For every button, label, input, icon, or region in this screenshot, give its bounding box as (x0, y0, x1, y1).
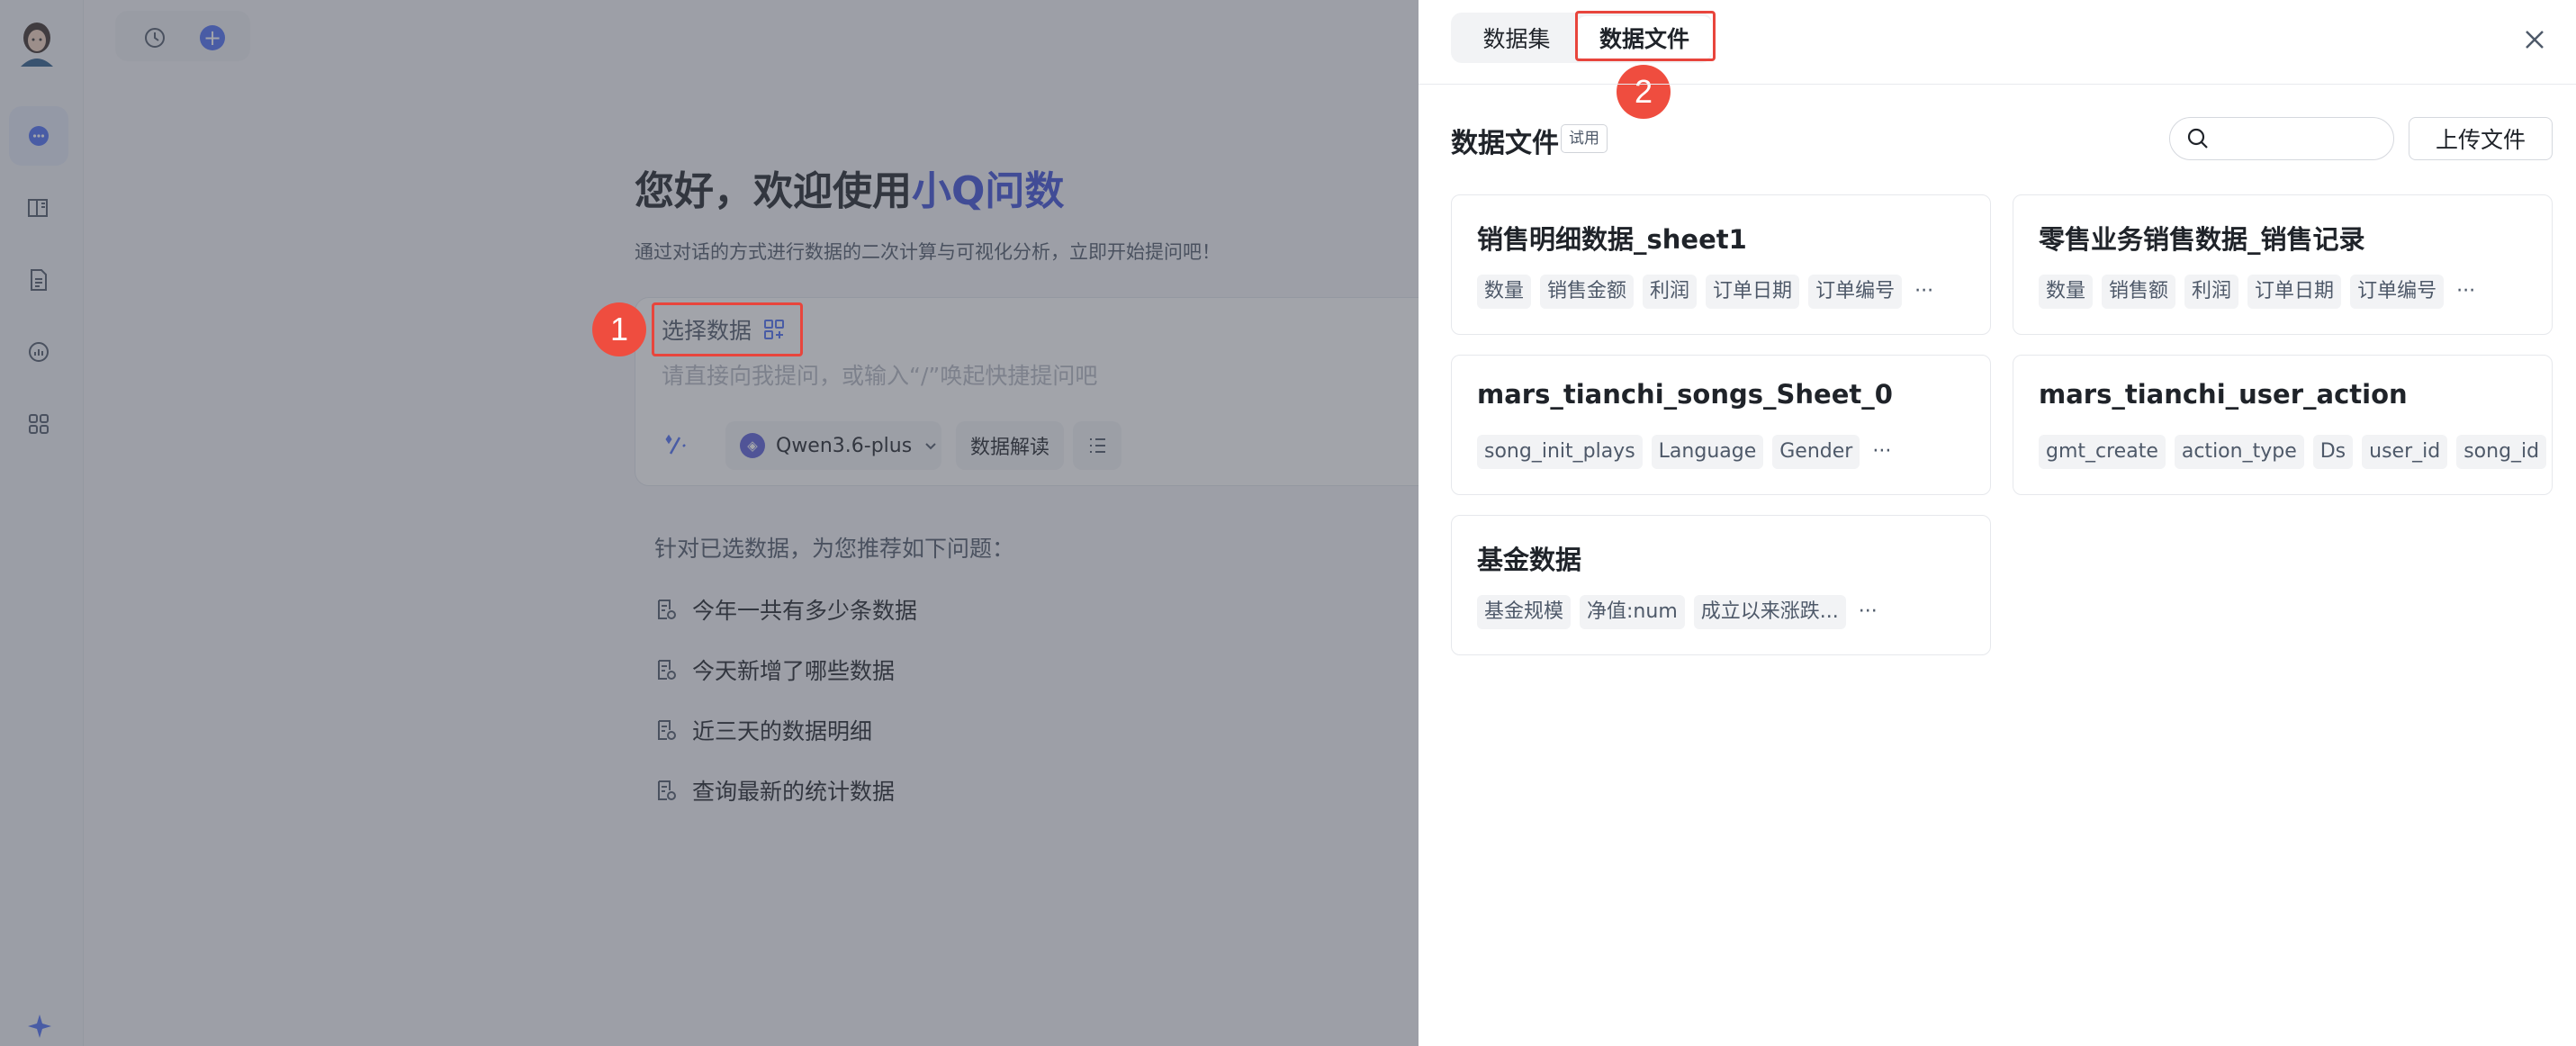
modal-overlay[interactable] (0, 0, 1419, 1046)
data-file-card[interactable]: mars_tianchi_user_action gmt_create acti… (2013, 355, 2553, 495)
field-tag: action_type (2174, 435, 2304, 469)
field-tag: 订单编号 (1808, 275, 1903, 309)
field-tag: Ds (2312, 435, 2354, 469)
more-fields-icon[interactable]: ··· (1911, 275, 1937, 309)
card-title: 零售业务销售数据_销售记录 (2039, 224, 2365, 255)
trial-badge: 试用 (1561, 124, 1608, 153)
more-fields-icon[interactable]: ··· (1855, 595, 1881, 629)
step-1-badge: 1 (592, 302, 646, 356)
field-tag: song_init_plays (1477, 435, 1643, 469)
field-tag: 基金规模 (1477, 595, 1572, 629)
data-file-card[interactable]: 销售明细数据_sheet1 数量 销售金额 利润 订单日期 订单编号 ··· (1451, 194, 1991, 335)
field-tag: song_id (2456, 435, 2547, 469)
divider (1419, 84, 2576, 85)
tab-dataset[interactable]: 数据集 (1458, 16, 1575, 59)
card-tags: 基金规模 净值:num 成立以来涨跌... ··· (1477, 595, 1881, 629)
field-tag: Language (1651, 435, 1764, 469)
close-button[interactable] (2517, 22, 2553, 58)
step-2-badge: 2 (1617, 65, 1671, 119)
card-title: 销售明细数据_sheet1 (1477, 224, 1747, 255)
field-tag: 净值:num (1580, 595, 1685, 629)
step-2-highlight (1575, 11, 1716, 61)
field-tag: 订单编号 (2350, 275, 2445, 309)
upload-file-button[interactable]: 上传文件 (2409, 117, 2553, 160)
field-tag: gmt_create (2039, 435, 2166, 469)
more-fields-icon[interactable]: ··· (2453, 275, 2479, 309)
field-tag: user_id (2362, 435, 2448, 469)
field-tag: 数量 (2039, 275, 2094, 309)
card-title: mars_tianchi_user_action (2039, 379, 2408, 410)
field-tag: Gender (1772, 435, 1860, 469)
field-tag: 订单日期 (1706, 275, 1800, 309)
close-icon (2526, 31, 2544, 49)
data-file-card[interactable]: mars_tianchi_songs_Sheet_0 song_init_pla… (1451, 355, 1991, 495)
section-title: 数据文件 (1451, 128, 1559, 159)
card-title: 基金数据 (1477, 545, 1582, 575)
field-tag: 利润 (1643, 275, 1698, 309)
search-icon (2185, 126, 2211, 151)
field-tag: 数量 (1477, 275, 1532, 309)
card-tags: song_init_plays Language Gender ··· (1477, 435, 1895, 469)
field-tag: 成立以来涨跌... (1693, 595, 1846, 629)
step-1-highlight (652, 302, 803, 356)
field-tag: 销售额 (2102, 275, 2176, 309)
field-tag: 订单日期 (2247, 275, 2342, 309)
card-tags: gmt_create action_type Ds user_id song_i… (2039, 435, 2547, 469)
card-tags: 数量 销售金额 利润 订单日期 订单编号 ··· (1477, 275, 1937, 309)
field-tag: 销售金额 (1540, 275, 1635, 309)
data-file-card[interactable]: 基金数据 基金规模 净值:num 成立以来涨跌... ··· (1451, 515, 1991, 655)
more-fields-icon[interactable]: ··· (1869, 435, 1895, 469)
data-file-card[interactable]: 零售业务销售数据_销售记录 数量 销售额 利润 订单日期 订单编号 ··· (2013, 194, 2553, 335)
card-title: mars_tianchi_songs_Sheet_0 (1477, 379, 1893, 410)
card-tags: 数量 销售额 利润 订单日期 订单编号 ··· (2039, 275, 2479, 309)
field-tag: 利润 (2184, 275, 2239, 309)
